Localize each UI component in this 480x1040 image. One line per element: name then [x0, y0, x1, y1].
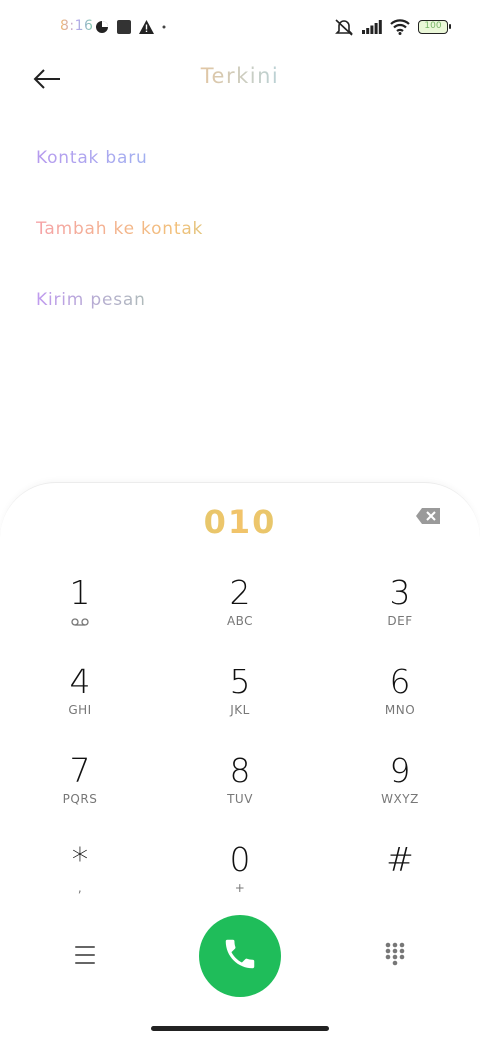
key-1[interactable]: 1: [0, 573, 160, 653]
key-6[interactable]: 6 MNO: [320, 662, 480, 742]
key-3[interactable]: 3 DEF: [320, 573, 480, 653]
phone-icon: [221, 935, 259, 977]
signal-icon: [362, 20, 382, 34]
status-time: 8:16: [60, 18, 94, 34]
add-to-contact-item[interactable]: Tambah ke kontak: [36, 211, 456, 282]
key-2[interactable]: 2 ABC: [160, 573, 320, 653]
backspace-button[interactable]: [416, 507, 440, 529]
key-letters: ,: [77, 881, 83, 895]
key-letters: [320, 880, 480, 896]
key-digit: #: [386, 840, 414, 879]
key-digit: 8: [229, 751, 251, 790]
key-letters: MNO: [384, 703, 416, 717]
dialpad-toggle-icon[interactable]: [384, 941, 406, 967]
key-4[interactable]: 4 GHI: [0, 662, 160, 742]
page-title: Terkini: [0, 64, 480, 88]
key-digit: 0: [229, 840, 251, 879]
key-letters: JKL: [230, 703, 250, 717]
vpn-icon: [95, 20, 109, 34]
key-9[interactable]: 9 WXYZ: [320, 751, 480, 831]
warning-icon: [139, 20, 154, 34]
key-0[interactable]: 0 +: [160, 840, 320, 920]
key-letters: +: [234, 881, 246, 895]
status-bar: 8:16 100: [0, 0, 480, 56]
key-letters: DEF: [387, 614, 413, 628]
action-list: Kontak baru Tambah ke kontak Kirim pesan: [36, 140, 456, 353]
status-left-icons: [95, 18, 166, 36]
key-letters: ABC: [226, 614, 254, 628]
mute-icon: [334, 18, 354, 36]
key-8[interactable]: 8 TUV: [160, 751, 320, 831]
menu-icon[interactable]: [72, 943, 98, 967]
battery-icon: 100: [418, 20, 451, 34]
key-letters: GHI: [68, 703, 92, 717]
key-digit: 7: [69, 751, 91, 790]
wifi-icon: [390, 19, 410, 35]
status-right-icons: 100: [334, 17, 451, 37]
dialed-number: 010: [0, 503, 480, 541]
key-5[interactable]: 5 JKL: [160, 662, 320, 742]
key-digit: 1: [69, 573, 91, 612]
key-hash[interactable]: #: [320, 840, 480, 920]
call-button[interactable]: [199, 915, 281, 997]
key-digit: 4: [69, 662, 91, 701]
key-letters: TUV: [227, 792, 253, 806]
home-indicator[interactable]: [151, 1026, 329, 1031]
dialer-actions: [0, 915, 480, 999]
backspace-icon: [416, 508, 440, 528]
square-app-icon: [117, 20, 131, 34]
new-contact-item[interactable]: Kontak baru: [36, 140, 456, 211]
key-digit: 2: [229, 573, 251, 612]
key-digit: 5: [229, 662, 251, 701]
key-digit: 6: [389, 662, 411, 701]
key-star[interactable]: * ,: [0, 840, 160, 920]
key-letters: PQRS: [62, 792, 98, 806]
key-7[interactable]: 7 PQRS: [0, 751, 160, 831]
dialer-sheet: 010 1 2 ABC 3 DEF 4 GHI 5 JKL 6 MNO 7 PQ…: [0, 482, 480, 1040]
key-digit: 9: [389, 751, 411, 790]
key-digit: 3: [389, 573, 411, 612]
send-message-item[interactable]: Kirim pesan: [36, 282, 456, 353]
key-digit: *: [71, 840, 89, 879]
voicemail-icon: [0, 613, 160, 629]
dot-icon: [162, 25, 166, 29]
key-letters: WXYZ: [381, 792, 419, 806]
